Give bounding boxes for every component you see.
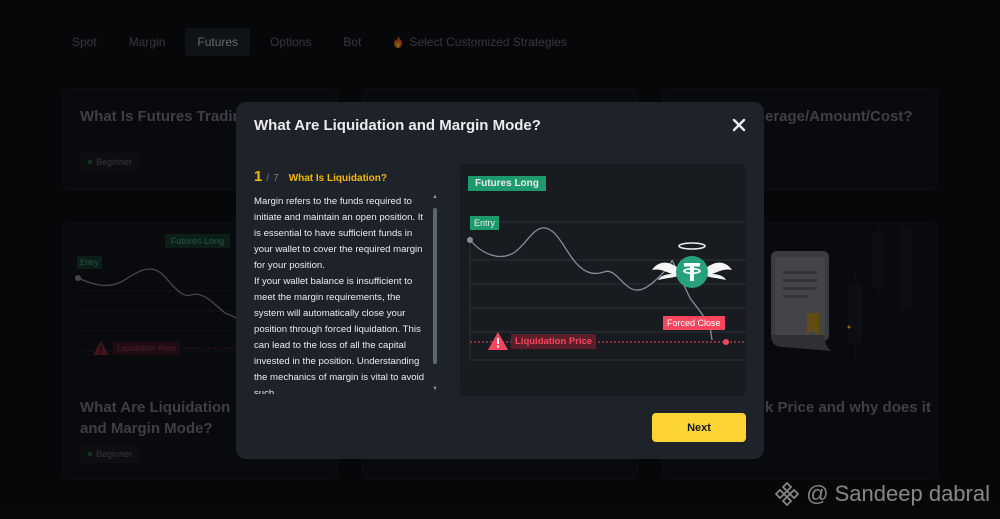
- close-icon[interactable]: [730, 116, 748, 134]
- scroll-up-arrow-icon[interactable]: ▲: [432, 194, 438, 200]
- step-indicator: 1 / 7 What Is Liquidation?: [254, 168, 387, 185]
- liq-price-text: Liquidation Price: [511, 333, 597, 349]
- warning-icon: [488, 332, 508, 350]
- modal-title: What Are Liquidation and Margin Mode?: [254, 117, 541, 134]
- next-button[interactable]: Next: [652, 413, 746, 442]
- scroll-down-arrow-icon[interactable]: ▼: [432, 386, 438, 392]
- scrollbar-thumb[interactable]: [433, 208, 437, 364]
- step-title: What Is Liquidation?: [288, 173, 388, 184]
- liquidation-modal: What Are Liquidation and Margin Mode? 1 …: [236, 102, 764, 459]
- step-separator: /: [266, 173, 270, 184]
- entry-label: Entry: [470, 216, 500, 230]
- futures-long-label: Futures Long: [468, 176, 546, 191]
- liquidation-price-label: Liquidation Price: [488, 332, 597, 350]
- description-paragraph: If your wallet balance is insufficient t…: [254, 276, 425, 394]
- step-total: 7: [273, 173, 279, 184]
- step-description: Margin refers to the funds required to i…: [254, 194, 430, 394]
- liquidation-illustration: Futures Long Entry Forced Close Liquidat…: [460, 164, 746, 396]
- step-current: 1: [254, 168, 263, 185]
- forced-close-label: Forced Close: [663, 316, 725, 330]
- description-scrollbar[interactable]: ▲ ▼: [432, 194, 438, 392]
- illustration-chart: [467, 221, 746, 361]
- description-paragraph: Margin refers to the funds required to i…: [254, 196, 424, 271]
